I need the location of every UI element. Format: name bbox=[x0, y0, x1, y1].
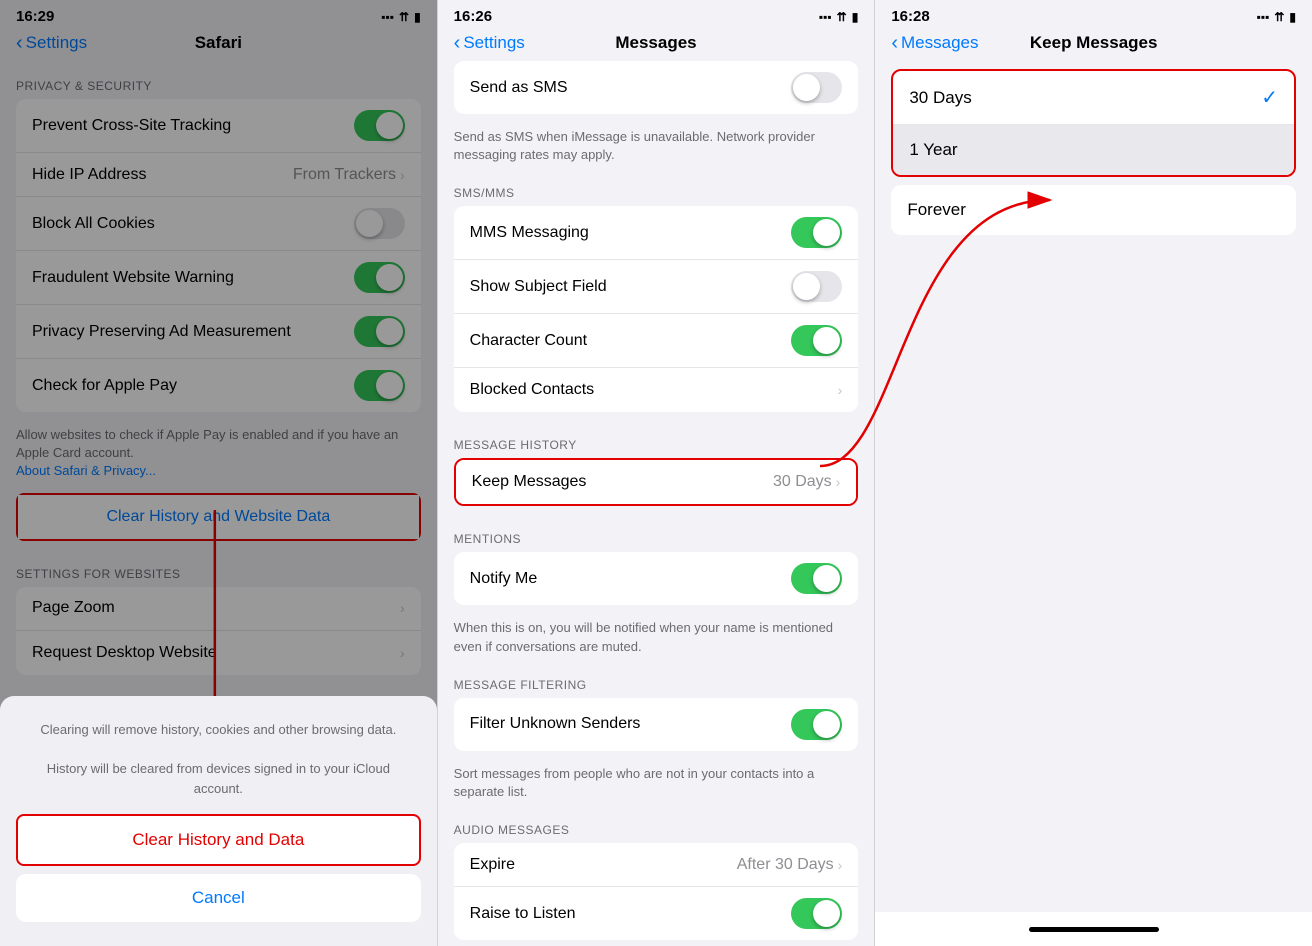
keep-messages-chevron: › bbox=[836, 474, 841, 490]
keep-options-group: 30 Days ✓ 1 Year bbox=[891, 69, 1296, 177]
back-label-2: Settings bbox=[463, 33, 524, 53]
send-sms-group: Send as SMS bbox=[454, 61, 859, 114]
notify-me-label: Notify Me bbox=[470, 570, 792, 588]
keep-messages-value: 30 Days bbox=[773, 473, 832, 491]
character-count-label: Character Count bbox=[470, 332, 792, 350]
signal-icon-2: ▪▪▪ bbox=[819, 10, 832, 24]
cancel-button[interactable]: Cancel bbox=[16, 874, 421, 922]
notify-me-toggle[interactable] bbox=[791, 563, 842, 594]
safari-panel: 16:29 ▪▪▪ ⇈ ▮ ‹ Settings Safari PRIVACY … bbox=[0, 0, 438, 946]
section-history: MESSAGE HISTORY bbox=[438, 420, 875, 458]
filter-unknown-row[interactable]: Filter Unknown Senders bbox=[454, 698, 859, 751]
mms-messaging-toggle[interactable] bbox=[791, 217, 842, 248]
modal-sheet: Clearing will remove history, cookies an… bbox=[0, 696, 437, 946]
back-button-3[interactable]: ‹ Messages bbox=[891, 33, 978, 53]
keep-messages-group: Keep Messages 30 Days › bbox=[454, 458, 859, 506]
option-1-year-label: 1 Year bbox=[909, 140, 957, 160]
messages-content: Send as SMS Send as SMS when iMessage is… bbox=[438, 61, 875, 946]
back-label-3: Messages bbox=[901, 33, 978, 53]
raise-listen-row[interactable]: Raise to Listen bbox=[454, 887, 859, 940]
show-subject-toggle[interactable] bbox=[791, 271, 842, 302]
status-bar-3: 16:28 ▪▪▪ ⇈ ▮ bbox=[875, 0, 1312, 29]
forever-group: Forever bbox=[891, 185, 1296, 235]
raise-listen-toggle[interactable] bbox=[791, 898, 842, 929]
mms-messaging-row[interactable]: MMS Messaging bbox=[454, 206, 859, 260]
audio-group: Expire After 30 Days › Raise to Listen bbox=[454, 843, 859, 940]
raise-listen-label: Raise to Listen bbox=[470, 905, 792, 923]
page-title-2: Messages bbox=[615, 33, 696, 53]
blocked-contacts-label: Blocked Contacts bbox=[470, 381, 838, 399]
option-30-days-row[interactable]: 30 Days ✓ bbox=[893, 71, 1294, 125]
status-icons-2: ▪▪▪ ⇈ ▮ bbox=[819, 10, 858, 24]
nav-bar-3: ‹ Messages Keep Messages bbox=[875, 29, 1312, 61]
blocked-contacts-chevron: › bbox=[838, 382, 843, 398]
home-indicator-3 bbox=[875, 912, 1312, 946]
send-sms-note: Send as SMS when iMessage is unavailable… bbox=[438, 122, 875, 168]
show-subject-label: Show Subject Field bbox=[470, 278, 792, 296]
keep-messages-panel: 16:28 ▪▪▪ ⇈ ▮ ‹ Messages Keep Messages 3… bbox=[875, 0, 1312, 946]
filter-unknown-note: Sort messages from people who are not in… bbox=[438, 759, 875, 805]
battery-icon-3: ▮ bbox=[1289, 10, 1296, 24]
option-30-days-check: ✓ bbox=[1261, 85, 1278, 110]
section-smsmms: SMS/MMS bbox=[438, 168, 875, 206]
modal-text: Clearing will remove history, cookies an… bbox=[16, 712, 421, 814]
section-filtering: MESSAGE FILTERING bbox=[438, 660, 875, 698]
smsmms-group: MMS Messaging Show Subject Field Charact… bbox=[454, 206, 859, 412]
confirm-clear-button[interactable]: Clear History and Data bbox=[16, 814, 421, 866]
battery-icon-2: ▮ bbox=[852, 10, 859, 24]
filtering-group: Filter Unknown Senders bbox=[454, 698, 859, 751]
back-chevron-3: ‹ bbox=[891, 33, 898, 53]
status-bar-2: 16:26 ▪▪▪ ⇈ ▮ bbox=[438, 0, 875, 29]
wifi-icon-2: ⇈ bbox=[837, 10, 847, 24]
status-icons-3: ▪▪▪ ⇈ ▮ bbox=[1257, 10, 1296, 24]
time-3: 16:28 bbox=[891, 8, 929, 25]
wifi-icon-3: ⇈ bbox=[1274, 10, 1284, 24]
keep-messages-label: Keep Messages bbox=[472, 473, 773, 491]
expire-label: Expire bbox=[470, 856, 737, 874]
expire-value: After 30 Days bbox=[737, 856, 834, 874]
mentions-group: Notify Me bbox=[454, 552, 859, 605]
keep-messages-row[interactable]: Keep Messages 30 Days › bbox=[456, 460, 857, 504]
option-30-days-label: 30 Days bbox=[909, 88, 971, 108]
send-sms-label: Send as SMS bbox=[470, 79, 792, 97]
expire-row[interactable]: Expire After 30 Days › bbox=[454, 843, 859, 887]
expire-chevron: › bbox=[838, 857, 843, 873]
nav-bar-2: ‹ Settings Messages bbox=[438, 29, 875, 61]
messages-panel: 16:26 ▪▪▪ ⇈ ▮ ‹ Settings Messages Send a… bbox=[438, 0, 876, 946]
signal-icon-3: ▪▪▪ bbox=[1257, 10, 1270, 24]
filter-unknown-label: Filter Unknown Senders bbox=[470, 715, 792, 733]
send-sms-row[interactable]: Send as SMS bbox=[454, 61, 859, 114]
notify-me-note: When this is on, you will be notified wh… bbox=[438, 613, 875, 659]
time-2: 16:26 bbox=[454, 8, 492, 25]
option-forever-label: Forever bbox=[907, 200, 966, 220]
character-count-row[interactable]: Character Count bbox=[454, 314, 859, 368]
send-sms-toggle[interactable] bbox=[791, 72, 842, 103]
show-subject-row[interactable]: Show Subject Field bbox=[454, 260, 859, 314]
notify-me-row[interactable]: Notify Me bbox=[454, 552, 859, 605]
section-audio: AUDIO MESSAGES bbox=[438, 805, 875, 843]
filter-unknown-toggle[interactable] bbox=[791, 709, 842, 740]
option-1-year-row[interactable]: 1 Year bbox=[893, 125, 1294, 175]
modal-overlay: Clearing will remove history, cookies an… bbox=[0, 0, 437, 946]
back-button-2[interactable]: ‹ Settings bbox=[454, 33, 525, 53]
mms-messaging-label: MMS Messaging bbox=[470, 224, 792, 242]
character-count-toggle[interactable] bbox=[791, 325, 842, 356]
back-chevron-2: ‹ bbox=[454, 33, 461, 53]
option-forever-row[interactable]: Forever bbox=[891, 185, 1296, 235]
page-title-3: Keep Messages bbox=[1030, 33, 1158, 53]
blocked-contacts-row[interactable]: Blocked Contacts › bbox=[454, 368, 859, 412]
section-mentions: MENTIONS bbox=[438, 514, 875, 552]
keep-messages-content: 30 Days ✓ 1 Year Forever bbox=[875, 61, 1312, 946]
home-bar-3 bbox=[1029, 927, 1159, 932]
